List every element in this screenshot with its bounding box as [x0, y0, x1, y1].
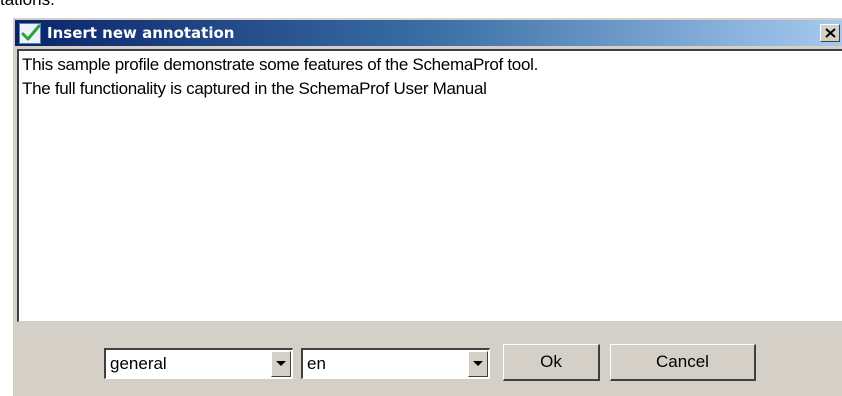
title-bar[interactable]: Insert new annotation — [15, 20, 842, 46]
category-dropdown-button[interactable] — [271, 351, 291, 377]
language-dropdown-button[interactable] — [468, 351, 488, 377]
language-select[interactable]: en — [301, 348, 490, 379]
annotation-dialog: Insert new annotation This sample profil… — [12, 17, 842, 396]
ok-button[interactable]: Ok — [503, 344, 600, 381]
cancel-button[interactable]: Cancel — [610, 344, 756, 381]
category-select[interactable]: general — [104, 348, 293, 379]
dialog-title: Insert new annotation — [47, 24, 235, 42]
checkmark-icon — [19, 23, 41, 44]
annotation-line: This sample profile demonstrate some fea… — [22, 55, 539, 74]
category-select-value: general — [110, 354, 167, 373]
annotation-textarea[interactable]: This sample profile demonstrate some fea… — [17, 49, 842, 322]
chevron-down-icon — [473, 361, 483, 366]
annotation-line: The full functionality is captured in th… — [22, 79, 487, 98]
language-select-value: en — [307, 354, 326, 373]
background-text: tations. — [0, 0, 55, 10]
close-button[interactable] — [820, 24, 840, 42]
chevron-down-icon — [276, 361, 286, 366]
close-icon — [825, 28, 836, 38]
